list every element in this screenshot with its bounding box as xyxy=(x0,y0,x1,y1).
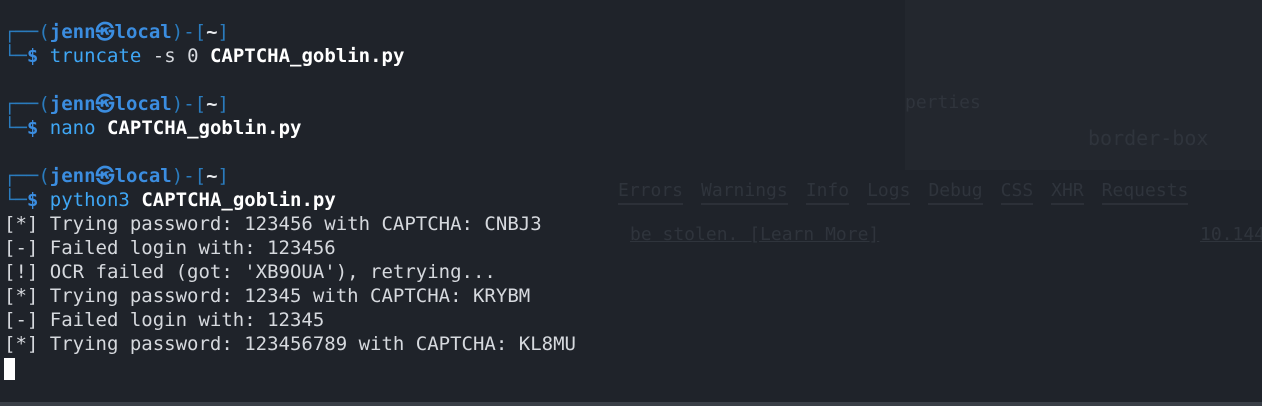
ghost-tab-xhr: XHR xyxy=(1051,180,1084,205)
prompt-corner: └─ xyxy=(4,189,27,211)
prompt-open: ┌──( xyxy=(4,93,50,115)
prompt-close: ] xyxy=(217,165,229,187)
prompt-dollar: $ xyxy=(26,189,39,211)
ghost-tab-errors: Errors xyxy=(618,180,684,205)
terminal-window[interactable]: perties border-box Errors Warnings Info … xyxy=(0,0,1262,406)
output-line: [*] Trying password: 123456789 with CAPT… xyxy=(4,333,576,355)
output-line: [*] Trying password: 123456 with CAPTCHA… xyxy=(4,213,542,235)
command-line: └─$ truncate -s 0 CAPTCHA_goblin.py xyxy=(4,44,576,68)
ghost-panel xyxy=(905,0,1262,170)
command-args: -s 0 xyxy=(141,45,210,67)
prompt-host: local xyxy=(114,21,172,43)
prompt-host: local xyxy=(114,93,172,115)
prompt-user: jenn xyxy=(49,93,96,115)
output-line: [*] Trying password: 12345 with CAPTCHA:… xyxy=(4,285,531,307)
prompt-open: ┌──( xyxy=(4,21,50,43)
terminal-bottom-border xyxy=(0,402,1262,406)
prompt-at-symbol: ㉿ xyxy=(95,165,115,187)
prompt-mid: )-[ xyxy=(171,165,207,187)
ghost-tab-info: Info xyxy=(805,180,850,205)
command-name: python3 xyxy=(49,189,130,211)
prompt-corner: └─ xyxy=(4,117,27,139)
text-cursor xyxy=(4,357,15,380)
prompt-line: ┌──(jenn㉿local)-[~] xyxy=(4,20,576,44)
ghost-ip-text: 10.144. xyxy=(1200,224,1262,245)
prompt-mid: )-[ xyxy=(171,93,207,115)
prompt-user: jenn xyxy=(49,165,96,187)
ghost-learn-more-text: be stolen. [Learn More] xyxy=(630,224,880,245)
ghost-tab-css: CSS xyxy=(1000,180,1034,205)
ghost-tab-requests: Requests xyxy=(1101,180,1189,205)
output-line: [-] Failed login with: 123456 xyxy=(4,237,336,259)
prompt-path: ~ xyxy=(206,165,218,187)
prompt-at-symbol: ㉿ xyxy=(95,93,115,115)
output-line: [-] Failed login with: 12345 xyxy=(4,309,325,331)
command-name: truncate xyxy=(49,45,142,67)
command-file: CAPTCHA_goblin.py xyxy=(141,189,336,211)
prompt-dollar: $ xyxy=(26,45,39,67)
prompt-mid: )-[ xyxy=(171,21,207,43)
ghost-tab-logs: Logs xyxy=(867,180,911,205)
command-args xyxy=(130,189,141,211)
terminal-output: ┌──(jenn㉿local)-[~] └─$ truncate -s 0 CA… xyxy=(4,20,576,380)
prompt-corner: └─ xyxy=(4,45,27,67)
command-file: CAPTCHA_goblin.py xyxy=(107,117,302,139)
command-name: nano xyxy=(49,117,96,139)
cursor-line[interactable] xyxy=(4,356,576,380)
command-line: └─$ python3 CAPTCHA_goblin.py xyxy=(4,188,576,212)
prompt-close: ] xyxy=(217,21,229,43)
prompt-path: ~ xyxy=(206,21,218,43)
prompt-close: ] xyxy=(217,93,229,115)
command-line: └─$ nano CAPTCHA_goblin.py xyxy=(4,116,576,140)
prompt-user: jenn xyxy=(49,21,96,43)
command-args xyxy=(96,117,107,139)
ghost-console-tabs: Errors Warnings Info Logs Debug CSS XHR … xyxy=(618,180,1189,205)
ghost-properties-text: perties xyxy=(905,92,981,113)
prompt-at-symbol: ㉿ xyxy=(95,21,115,43)
prompt-dollar: $ xyxy=(26,117,39,139)
prompt-host: local xyxy=(114,165,172,187)
output-line: [!] OCR failed (got: 'XB9OUA'), retrying… xyxy=(4,261,496,283)
prompt-path: ~ xyxy=(206,93,218,115)
ghost-border-box-text: border-box xyxy=(1088,126,1209,150)
prompt-line: ┌──(jenn㉿local)-[~] xyxy=(4,92,576,116)
prompt-line: ┌──(jenn㉿local)-[~] xyxy=(4,164,576,188)
ghost-tab-debug: Debug xyxy=(928,180,983,205)
command-file: CAPTCHA_goblin.py xyxy=(209,45,405,67)
prompt-open: ┌──( xyxy=(4,165,50,187)
ghost-tab-warnings: Warnings xyxy=(701,180,788,205)
